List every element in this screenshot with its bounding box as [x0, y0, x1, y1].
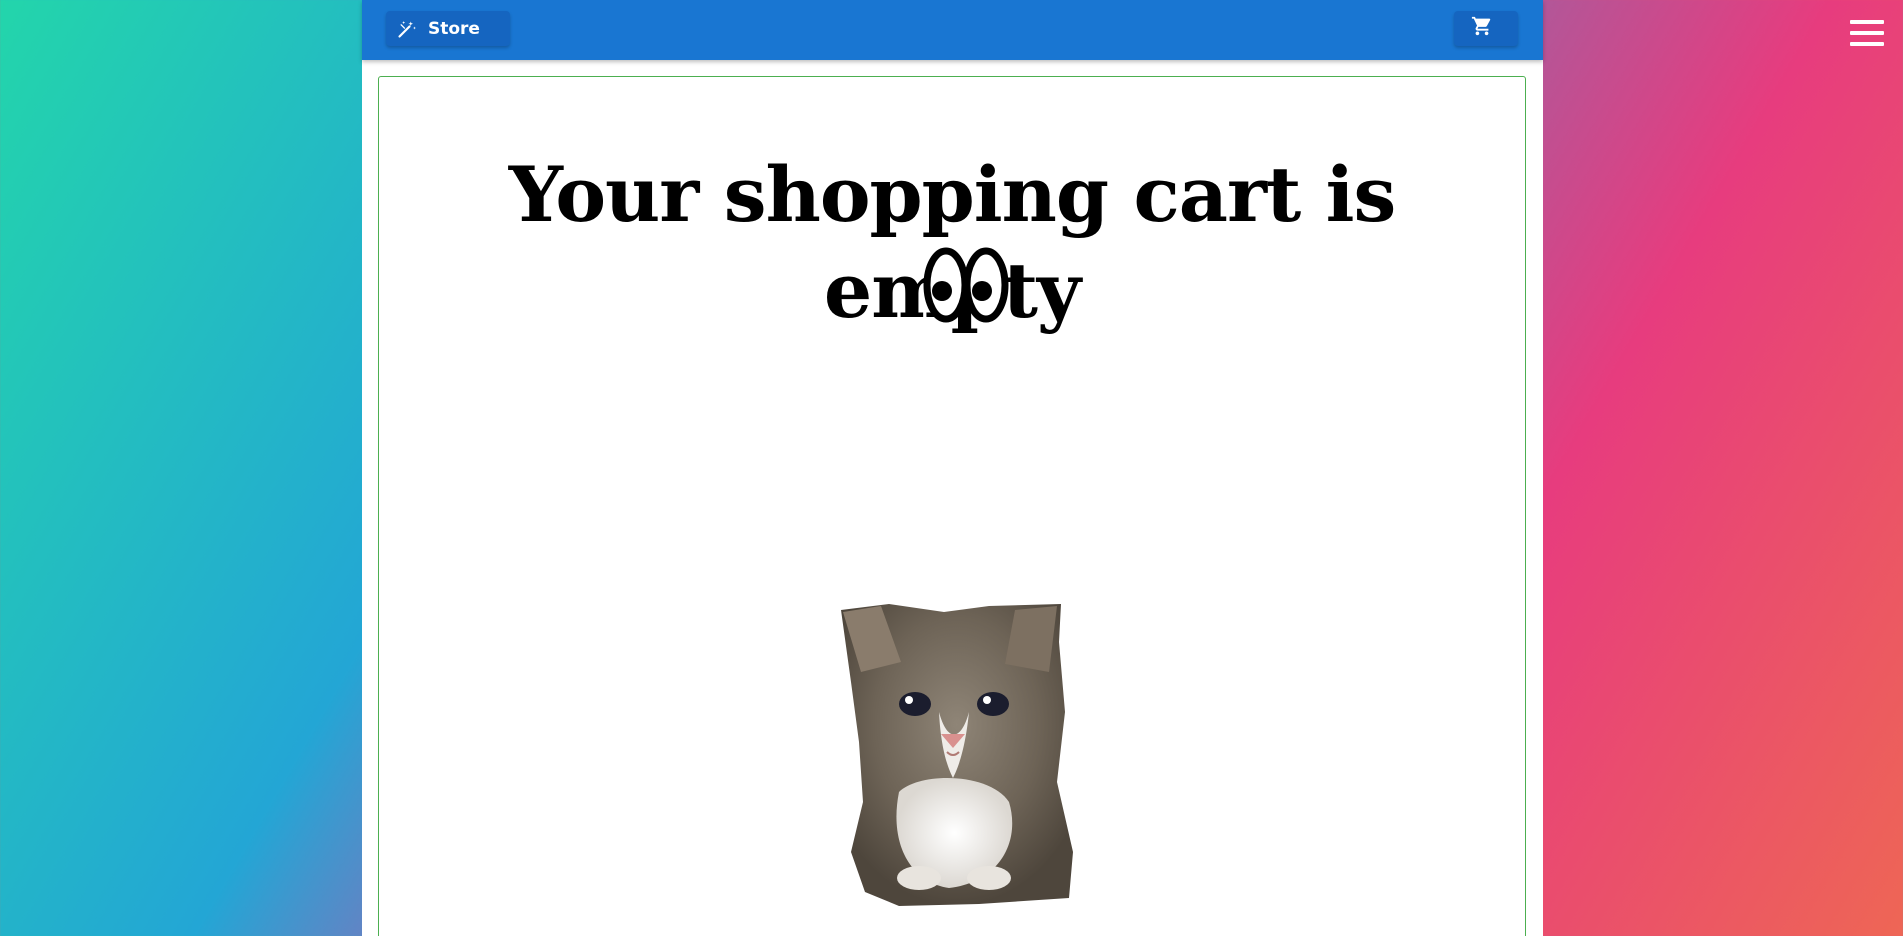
shopping-cart-icon [1471, 15, 1493, 42]
empty-cart-card: Your shopping cart is empty [378, 76, 1526, 936]
app-bar: Store [362, 0, 1543, 60]
magic-wand-icon [397, 18, 419, 40]
store-button-label: Store [428, 18, 480, 39]
hamburger-menu-icon[interactable] [1850, 20, 1884, 48]
eyes-icon [923, 247, 1009, 323]
store-button[interactable]: Store [386, 11, 510, 46]
page-column: Store Your shopping cart is empty [362, 0, 1543, 936]
cart-button[interactable] [1454, 11, 1518, 46]
crying-kitten-image [829, 602, 1079, 907]
